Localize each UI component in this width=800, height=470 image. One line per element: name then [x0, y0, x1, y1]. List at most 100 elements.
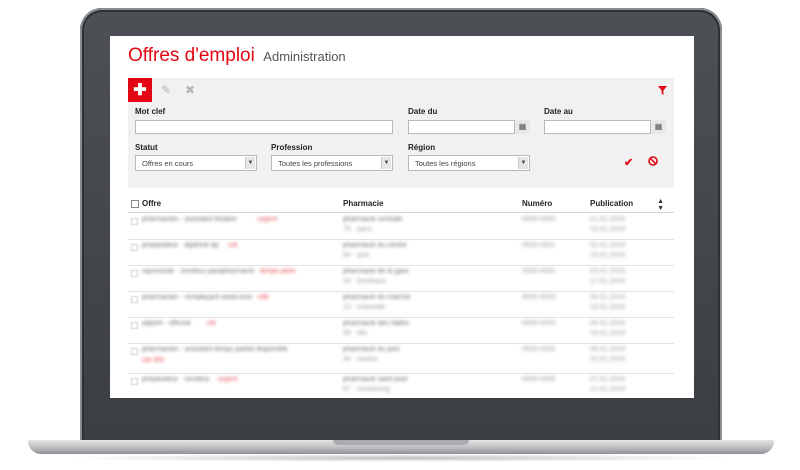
reset-filter-button[interactable] [648, 156, 658, 169]
cancel-icon [648, 156, 658, 166]
date-to-calendar-button[interactable]: ▦ [650, 120, 666, 134]
publication-start: 02.01.2019 [590, 242, 626, 249]
publication-start: 03.01.2019 [590, 268, 626, 275]
row-checkbox[interactable] [131, 322, 138, 329]
date-to-label: Date au [544, 107, 573, 116]
publication-start: 01.01.2019 [590, 216, 626, 223]
plus-icon: ✚ [133, 82, 147, 99]
offer-number: 0000-0001 [522, 242, 556, 249]
add-button[interactable]: ✚ [128, 78, 152, 102]
date-from-label: Date du [408, 107, 438, 116]
pharmacy-location: 13 · marseille [343, 304, 386, 311]
offer-tag: urgent [217, 376, 238, 383]
table-row[interactable]: pharmacien · assistant temps partiel dis… [128, 343, 674, 374]
column-publication[interactable]: Publication [590, 199, 633, 208]
table-row[interactable]: préparateur · vendeur urgent pharmacie sai… [128, 373, 674, 398]
toolbar: ✚ ✎ ✖ [128, 78, 674, 102]
table-row[interactable]: rayonniste · vendeur parapharmacie temps … [128, 265, 674, 292]
offer-title[interactable]: pharmacien · assistant temps partiel dis… [142, 346, 288, 353]
row-checkbox[interactable] [131, 270, 138, 277]
offer-title[interactable]: pharmacien · remplaçant week-end [142, 294, 252, 301]
page-subtitle: Administration [263, 49, 346, 64]
offer-title[interactable]: rayonniste · vendeur parapharmacie [142, 268, 254, 275]
laptop-notch [333, 440, 469, 445]
offer-title[interactable]: préparateur · vendeur [142, 376, 210, 383]
pharmacy-name: pharmacie saint-jean [343, 376, 408, 383]
close-icon: ✖ [184, 83, 196, 97]
filter-icon [657, 85, 667, 95]
offer-tag: cdd [257, 294, 269, 301]
offer-number: 0000-0002 [522, 268, 556, 275]
publication-end: 21.01.2019 [590, 386, 626, 393]
offer-title[interactable]: adjoint · officine [142, 320, 191, 327]
apply-filter-button[interactable]: ✔ [624, 156, 633, 169]
publication-end: 15.01.2019 [590, 226, 626, 233]
pharmacy-location: 33 · bordeaux [343, 278, 387, 285]
chevron-down-icon: ▼ [518, 157, 528, 169]
pharmacy-name: pharmacie du marché [343, 294, 411, 301]
pharmacy-name: pharmacie de la gare [343, 268, 409, 275]
row-checkbox[interactable] [131, 378, 138, 385]
pharmacy-name: pharmacie du centre [343, 242, 407, 249]
profession-select-value: Toutes les professions [278, 159, 353, 168]
column-number[interactable]: Numéro [522, 199, 552, 208]
keyword-label: Mot clef [135, 107, 166, 116]
row-checkbox[interactable] [131, 244, 138, 251]
publication-start: 04.01.2019 [590, 294, 626, 301]
row-checkbox[interactable] [131, 348, 138, 355]
publication-end: 18.01.2019 [590, 304, 626, 311]
offer-number: 0000-0005 [522, 346, 556, 353]
table-row[interactable]: pharmacien · remplaçant week-end cdd pharm… [128, 291, 674, 318]
row-checkbox[interactable] [131, 296, 138, 303]
region-label: Région [408, 143, 436, 152]
offer-title[interactable]: préparateur · diplômé bp [142, 242, 219, 249]
table-row[interactable]: adjoint · officine cdi pharmacie des halle… [128, 317, 674, 344]
edit-button[interactable]: ✎ [154, 78, 178, 102]
publication-start: 07.01.2019 [590, 376, 626, 383]
pencil-icon: ✎ [160, 83, 172, 97]
publication-start: 05.01.2019 [590, 320, 626, 327]
table-row[interactable]: pharmacien · assistant titulaire urgent ph… [128, 213, 674, 240]
offer-number: 0000-0003 [522, 294, 556, 301]
date-from-calendar-button[interactable]: ▦ [514, 120, 530, 134]
keyword-input[interactable] [135, 120, 393, 134]
pharmacy-location: 44 · nantes [343, 356, 379, 363]
column-offer[interactable]: Offre [142, 199, 161, 208]
status-select-value: Offres en cours [142, 159, 194, 168]
publication-end: 16.01.2019 [590, 252, 626, 259]
chevron-down-icon: ▼ [381, 157, 391, 169]
screen: Offres d'emploi Administration ✚ ✎ ✖ Mot… [110, 36, 694, 398]
row-checkbox[interactable] [131, 218, 138, 225]
date-to-input[interactable] [544, 120, 666, 134]
pharmacy-location: 59 · lille [343, 330, 368, 337]
profession-select[interactable]: Toutes les professions ▼ [271, 155, 393, 171]
status-select[interactable]: Offres en cours ▼ [135, 155, 257, 171]
filter-panel: Mot clef Date du ▦ Date au ▦ Statut Offr… [128, 102, 674, 188]
pharmacy-name: pharmacie du port [343, 346, 400, 353]
table-row[interactable]: préparateur · diplômé bp cdi pharmacie du … [128, 239, 674, 266]
offer-title[interactable]: pharmacien · assistant titulaire [142, 216, 237, 223]
offer-tag-secondary: cdi 35h [142, 357, 165, 364]
select-all-checkbox[interactable] [131, 200, 139, 208]
page-title: Offres d'emploi [128, 45, 255, 66]
check-icon: ✔ [624, 157, 634, 169]
page-header: Offres d'emploi Administration [128, 45, 346, 67]
region-select-value: Toutes les régions [415, 159, 476, 168]
offer-tag: temps plein [260, 268, 296, 275]
delete-button[interactable]: ✖ [178, 78, 202, 102]
calendar-icon: ▦ [654, 122, 663, 131]
offer-tag: cdi [206, 320, 216, 327]
pharmacy-location: 69 · lyon [343, 252, 370, 259]
pharmacy-name: pharmacie des halles [343, 320, 410, 327]
region-select[interactable]: Toutes les régions ▼ [408, 155, 530, 171]
date-from-input[interactable] [408, 120, 530, 134]
column-pharmacy[interactable]: Pharmacie [343, 199, 383, 208]
offer-number: 0000-0004 [522, 320, 556, 327]
filter-toggle-button[interactable] [650, 78, 674, 102]
table-header: Offre Pharmacie Numéro Publication ▲ ▼ [128, 196, 674, 213]
publication-start: 06.01.2019 [590, 346, 626, 353]
pharmacy-location: 67 · strasbourg [343, 386, 391, 393]
offer-number: 0000-0006 [522, 376, 556, 383]
sort-icon[interactable]: ▲ ▼ [657, 198, 664, 212]
profession-label: Profession [271, 143, 313, 152]
